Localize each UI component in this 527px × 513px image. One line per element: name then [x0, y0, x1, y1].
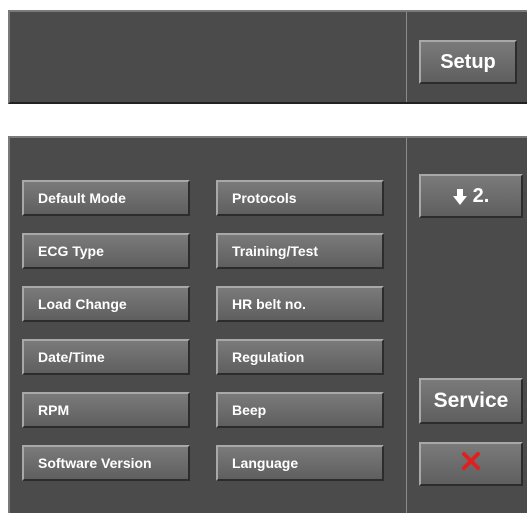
protocols-label: Protocols: [232, 190, 297, 206]
hr-belt-no-button[interactable]: HR belt no.: [216, 286, 384, 322]
protocols-button[interactable]: Protocols: [216, 180, 384, 216]
close-x-icon: [461, 451, 481, 477]
language-label: Language: [232, 455, 299, 471]
setup-button-label: Setup: [440, 50, 496, 73]
rpm-button[interactable]: RPM: [22, 392, 190, 428]
date-time-label: Date/Time: [38, 349, 105, 365]
language-button[interactable]: Language: [216, 445, 384, 481]
arrow-down-icon: [452, 188, 467, 205]
training-test-label: Training/Test: [232, 243, 319, 259]
load-change-button[interactable]: Load Change: [22, 286, 190, 322]
beep-label: Beep: [232, 402, 267, 418]
header-panel: Setup: [8, 10, 527, 104]
beep-button[interactable]: Beep: [216, 392, 384, 428]
next-page-button[interactable]: 2.: [419, 174, 523, 218]
header-divider: [406, 12, 407, 102]
rpm-label: RPM: [38, 402, 70, 418]
date-time-button[interactable]: Date/Time: [22, 339, 190, 375]
settings-divider: [406, 138, 407, 513]
ecg-type-label: ECG Type: [38, 243, 104, 259]
software-version-label: Software Version: [38, 455, 152, 471]
regulation-button[interactable]: Regulation: [216, 339, 384, 375]
default-mode-label: Default Mode: [38, 190, 126, 206]
ecg-type-button[interactable]: ECG Type: [22, 233, 190, 269]
setup-button[interactable]: Setup: [419, 40, 517, 84]
settings-panel: Default Mode ECG Type Load Change Date/T…: [8, 136, 527, 513]
service-button[interactable]: Service: [419, 378, 523, 424]
regulation-label: Regulation: [232, 349, 305, 365]
training-test-button[interactable]: Training/Test: [216, 233, 384, 269]
service-label: Service: [433, 389, 509, 412]
software-version-button[interactable]: Software Version: [22, 445, 190, 481]
hr-belt-no-label: HR belt no.: [232, 296, 306, 312]
default-mode-button[interactable]: Default Mode: [22, 180, 190, 216]
page-number-label: 2.: [472, 184, 490, 207]
load-change-label: Load Change: [38, 296, 127, 312]
close-button[interactable]: [419, 442, 523, 486]
